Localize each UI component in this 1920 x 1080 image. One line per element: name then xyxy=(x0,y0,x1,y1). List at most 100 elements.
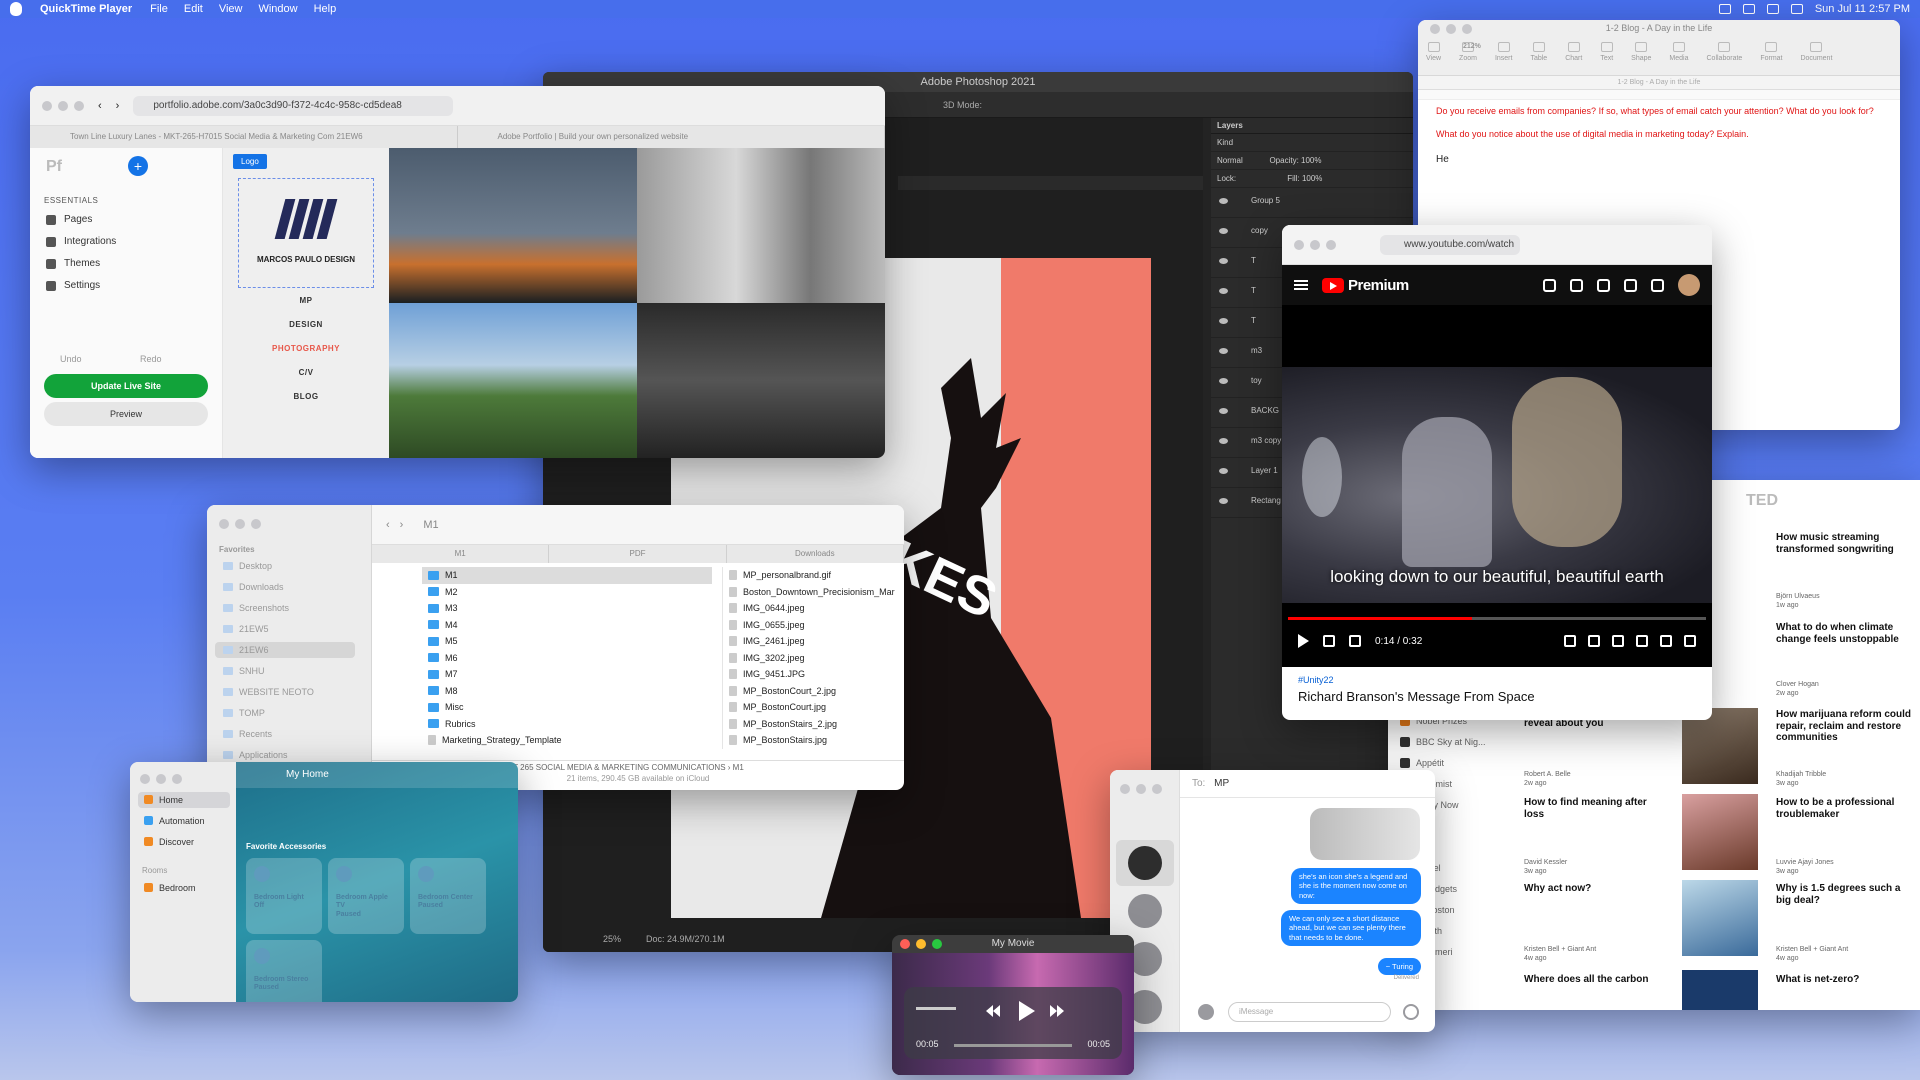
bell-icon[interactable] xyxy=(1651,278,1664,292)
sidebar-item[interactable]: Screenshots xyxy=(223,603,363,613)
list-item[interactable]: MP_BostonStairs.jpg xyxy=(723,732,904,749)
list-item[interactable]: M8 xyxy=(422,683,712,700)
talk-title[interactable]: Where does all the carbon xyxy=(1524,974,1664,986)
zoom-button[interactable]: 212% Zoom xyxy=(1459,42,1481,62)
app-store-icon[interactable] xyxy=(1198,1004,1214,1020)
wifi-icon[interactable] xyxy=(1718,4,1731,14)
eye-icon[interactable] xyxy=(1219,198,1228,204)
sidebar-item-bedroom[interactable]: Bedroom xyxy=(138,880,230,896)
progress-bar[interactable] xyxy=(1288,617,1706,620)
fast-forward-icon[interactable] xyxy=(1050,1005,1064,1017)
format-button[interactable]: Format xyxy=(1760,42,1782,62)
talk-title[interactable]: How music streaming transformed songwrit… xyxy=(1776,532,1916,555)
menu-file[interactable]: File xyxy=(150,3,168,15)
tab-m1[interactable]: M1 xyxy=(372,545,550,563)
list-item[interactable]: IMG_3202.jpeg xyxy=(723,650,904,667)
opacity-value[interactable]: 100% xyxy=(1301,156,1321,165)
eye-icon[interactable] xyxy=(1219,348,1228,354)
video-hashtag[interactable]: #Unity22 xyxy=(1282,667,1712,685)
window-controls[interactable] xyxy=(900,939,942,949)
window-controls[interactable] xyxy=(219,519,261,529)
talk-title[interactable]: What is net-zero? xyxy=(1776,974,1916,986)
message-photo[interactable] xyxy=(1310,808,1420,860)
window-controls[interactable] xyxy=(1294,239,1336,250)
zoom-level[interactable]: 25% xyxy=(603,934,621,944)
accessory-tile[interactable]: Bedroom Apple TV Paused xyxy=(328,858,404,934)
layer-filter[interactable]: Kind xyxy=(1211,134,1413,152)
sidebar-item[interactable]: WEBSITE NEOTO xyxy=(223,687,363,697)
media-button[interactable]: Media xyxy=(1669,42,1689,62)
back-icon[interactable]: ‹ xyxy=(386,519,390,531)
talk-thumbnail[interactable] xyxy=(1682,880,1758,956)
next-icon[interactable] xyxy=(1323,635,1335,647)
avatar[interactable] xyxy=(1128,846,1162,880)
list-item[interactable]: M4 xyxy=(422,617,712,634)
photo-sunset[interactable] xyxy=(389,148,637,303)
document-button[interactable]: Document xyxy=(1800,42,1832,62)
menu-window[interactable]: Window xyxy=(258,3,297,15)
sidebar-item[interactable]: Applications xyxy=(223,750,363,760)
sidebar-item-discover[interactable]: Discover xyxy=(138,834,230,850)
volume-icon[interactable] xyxy=(1349,635,1361,647)
battery-icon[interactable] xyxy=(1742,4,1755,14)
message-bubble[interactable]: she's an icon she's a legend and she is … xyxy=(1291,868,1421,905)
address-bar[interactable]: www.youtube.com/watch xyxy=(1380,234,1520,255)
site-nav-photography[interactable]: PHOTOGRAPHY xyxy=(223,344,389,353)
accessory-tile[interactable]: Bedroom Light Off xyxy=(246,858,322,934)
kind-filter[interactable]: Kind xyxy=(1217,138,1233,147)
movie-frame[interactable]: 00:05 00:05 xyxy=(892,953,1134,1075)
photo-bridge[interactable] xyxy=(389,303,637,458)
site-nav-design[interactable]: DESIGN xyxy=(223,320,389,329)
microphone-icon[interactable] xyxy=(1543,278,1556,292)
list-item[interactable]: Rubrics xyxy=(422,716,712,733)
create-icon[interactable] xyxy=(1597,278,1610,292)
search-icon[interactable] xyxy=(1570,278,1583,292)
message-input[interactable]: iMessage xyxy=(1228,1002,1391,1022)
fullscreen-icon[interactable] xyxy=(1684,635,1696,647)
miniplayer-icon[interactable] xyxy=(1612,635,1624,647)
text-button[interactable]: Text xyxy=(1600,42,1613,62)
answer-text[interactable]: He xyxy=(1436,154,1882,165)
menu-app-name[interactable]: QuickTime Player xyxy=(40,3,132,15)
message-bubble[interactable]: ~ Turing xyxy=(1377,958,1421,976)
eye-icon[interactable] xyxy=(1219,438,1228,444)
sidebar-item[interactable]: Recents xyxy=(223,729,363,739)
video-player[interactable]: looking down to our beautiful, beautiful… xyxy=(1282,305,1712,667)
site-nav-cv[interactable]: C/V xyxy=(223,368,389,377)
nav-integrations[interactable]: Integrations xyxy=(46,236,116,247)
menu-edit[interactable]: Edit xyxy=(184,3,203,15)
avatar[interactable] xyxy=(1678,274,1700,296)
ted-logo[interactable]: TED xyxy=(1746,492,1778,510)
talk-thumbnail[interactable] xyxy=(1682,794,1758,870)
window-controls[interactable] xyxy=(1120,784,1162,794)
talk-title[interactable]: How to be a professional troublemaker xyxy=(1776,797,1916,820)
nav-themes[interactable]: Themes xyxy=(46,258,100,269)
eye-icon[interactable] xyxy=(1219,468,1228,474)
site-nav-mp[interactable]: MP xyxy=(223,296,389,305)
theater-icon[interactable] xyxy=(1636,635,1648,647)
sidebar-item-home[interactable]: Home xyxy=(138,792,230,808)
tab-2[interactable]: Adobe Portfolio | Build your own persona… xyxy=(458,126,885,148)
list-item[interactable]: M7 xyxy=(422,666,712,683)
fill-value[interactable]: 100% xyxy=(1302,174,1322,183)
logo-edit-button[interactable]: Logo xyxy=(233,154,267,169)
brand-logo[interactable]: MARCOS PAULO DESIGN xyxy=(238,178,374,288)
list-item[interactable]: M5 xyxy=(422,633,712,650)
list-item[interactable]: MP_BostonCourt_2.jpg xyxy=(723,683,904,700)
menu-view[interactable]: View xyxy=(219,3,243,15)
menu-help[interactable]: Help xyxy=(314,3,337,15)
back-icon[interactable]: ‹ xyxy=(98,100,102,112)
eye-icon[interactable] xyxy=(1219,228,1228,234)
sidebar-item[interactable]: SNHU xyxy=(223,666,363,676)
play-icon[interactable] xyxy=(1019,1001,1035,1021)
accessory-tile[interactable]: Bedroom Center Paused xyxy=(410,858,486,934)
list-item[interactable]: MP_BostonStairs_2.jpg xyxy=(723,716,904,733)
window-controls[interactable] xyxy=(42,100,84,111)
update-live-site-button[interactable]: Update Live Site xyxy=(44,374,208,398)
collaborate-button[interactable]: Collaborate xyxy=(1707,42,1742,62)
sidebar-item-selected[interactable]: 21EW6 xyxy=(215,642,355,658)
youtube-logo-icon[interactable] xyxy=(1322,277,1344,293)
sidebar-item[interactable]: Downloads xyxy=(223,582,363,592)
layer-row[interactable]: Group 5 xyxy=(1211,188,1413,218)
view-button[interactable]: View xyxy=(1426,42,1441,62)
